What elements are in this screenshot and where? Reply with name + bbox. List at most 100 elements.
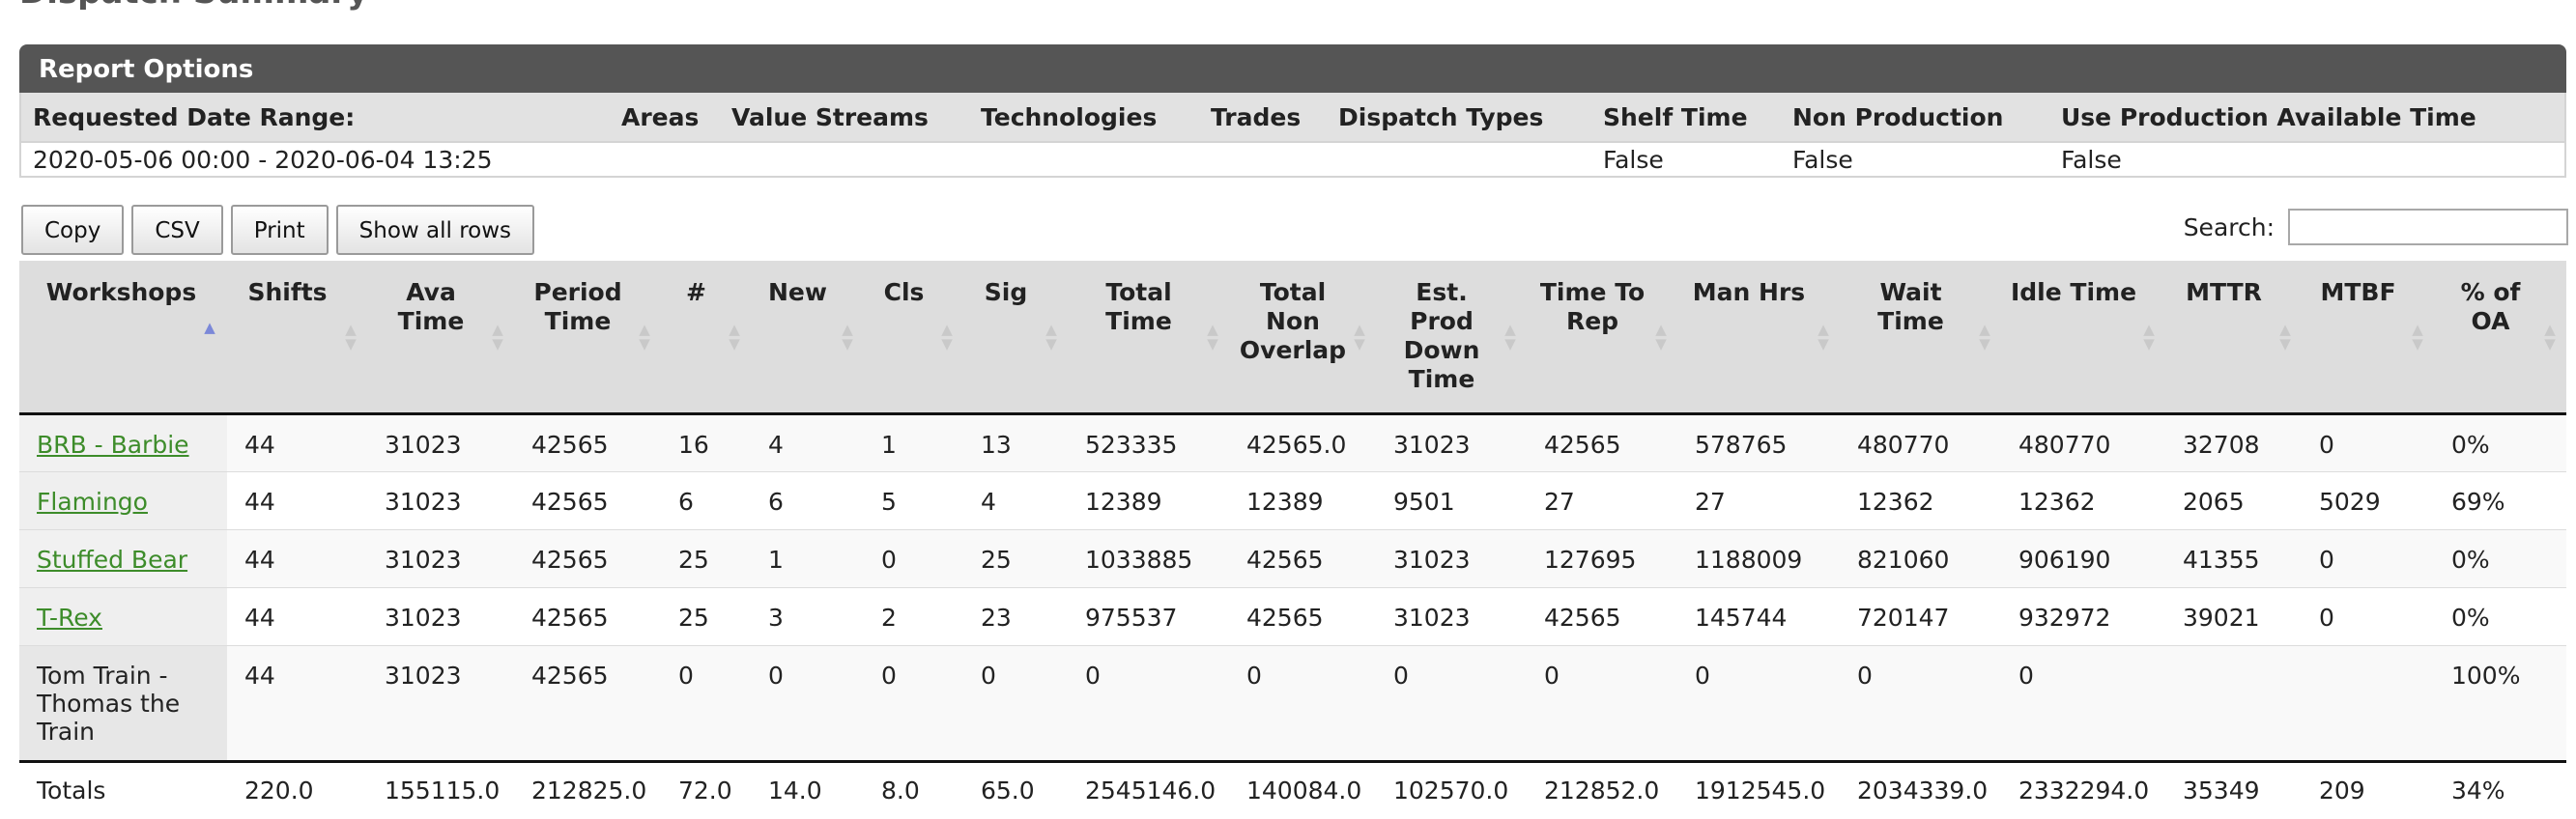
column-header-time-to-rep[interactable]: Time To Rep ▲ ▼ [1527,261,1677,415]
cell-of-oa: 69% [2434,471,2566,530]
column-header-mtbf[interactable]: MTBF ▲ ▼ [2302,261,2434,415]
sort-icon: ▲ ▼ [1504,321,1516,353]
option-header-areas: Areas [610,93,720,142]
column-header-mttr[interactable]: MTTR ▲ ▼ [2165,261,2302,415]
cell-cls: 2 [864,587,963,646]
print-button[interactable]: Print [230,205,329,255]
sort-icon: ▲ ▼ [1818,321,1829,353]
workshop-link[interactable]: Stuffed Bear [37,546,187,574]
cell-idle-time: 480770 [2001,413,2165,472]
option-header-technologies: Technologies [969,93,1199,142]
page-title: Dispatch Summary [19,0,368,12]
column-header-man-hrs[interactable]: Man Hrs ▲ ▼ [1677,261,1840,415]
report-options-value-row: 2020-05-06 00:00 - 2020-06-04 13:25 Fals… [20,141,2565,177]
cell-idle-time: 906190 [2001,529,2165,588]
workshop-link[interactable]: BRB - Barbie [37,431,189,459]
cell-mttr: 2065 [2165,471,2302,530]
column-header-period-time[interactable]: Period Time ▲ ▼ [514,261,661,415]
workshop-link[interactable]: T-Rex [37,604,102,632]
cell-est-prod-down-time: 0 [1376,645,1527,762]
total-shifts: 220.0 [227,759,367,819]
table-search: Search: [2184,209,2568,245]
cell-wait-time: 0 [1840,645,2001,762]
cell-cls: 0 [864,645,963,762]
total-time-to-rep: 212852.0 [1527,759,1677,819]
workshop-link[interactable]: Flamingo [37,488,148,516]
report-options-header-row: Requested Date Range: Areas Value Stream… [20,93,2565,142]
cell-sig: 25 [963,529,1068,588]
cell-total-time: 1033885 [1068,529,1229,588]
cell-of-oa: 0% [2434,529,2566,588]
option-value-date-range: 2020-05-06 00:00 - 2020-06-04 13:25 [20,141,610,177]
option-value-areas [610,141,720,177]
total-mttr: 35349 [2165,759,2302,819]
cell-ava-time: 31023 [367,471,514,530]
sort-ascending-icon: ▲ [204,319,215,336]
sort-icon: ▲ ▼ [345,321,357,353]
cell-period-time: 42565 [514,645,661,762]
column-header-wait-time[interactable]: Wait Time ▲ ▼ [1840,261,2001,415]
column-header-total-non-overlap[interactable]: Total Non Overlap ▲ ▼ [1229,261,1376,415]
total-of-oa: 34% [2434,759,2566,819]
cell-time-to-rep: 0 [1527,645,1677,762]
column-header-workshops[interactable]: Workshops ▲ [19,261,227,415]
workshop-name: Tom Train - Thomas the Train [37,661,181,746]
column-header-new[interactable]: New ▲ ▼ [751,261,864,415]
column-header-cls[interactable]: Cls ▲ ▼ [864,261,963,415]
option-value-dispatch-types [1327,141,1591,177]
column-header-label: Shifts [247,278,328,306]
workshop-cell: Stuffed Bear [19,529,227,588]
cell-ava-time: 31023 [367,413,514,472]
cell-idle-time: 12362 [2001,471,2165,530]
column-header-label: MTTR [2186,278,2262,306]
sort-icon: ▲ ▼ [2544,321,2556,353]
sort-icon: ▲ ▼ [1045,321,1057,353]
show-all-rows-button[interactable]: Show all rows [335,205,535,255]
column-header-shifts[interactable]: Shifts ▲ ▼ [227,261,367,415]
column-header-label: Cls [883,278,925,306]
total-new: 14.0 [751,759,864,819]
column-header-label: Time To Rep [1539,278,1646,335]
cell-shifts: 44 [227,645,367,762]
option-value-technologies [969,141,1199,177]
column-header-label: Wait Time [1877,278,1944,335]
report-options-table: Requested Date Range: Areas Value Stream… [19,93,2566,178]
cell-new: 3 [751,587,864,646]
column-header-total-time[interactable]: Total Time ▲ ▼ [1068,261,1229,415]
search-input[interactable] [2288,209,2568,245]
column-header-idle-time[interactable]: Idle Time ▲ ▼ [2001,261,2165,415]
cell-wait-time: 480770 [1840,413,2001,472]
copy-button[interactable]: Copy [21,205,125,255]
cell-sig: 0 [963,645,1068,762]
total-mtbf: 209 [2302,759,2434,819]
cell-wait-time: 720147 [1840,587,2001,646]
cell-time-to-rep: 42565 [1527,587,1677,646]
table-toolbar: Copy CSV Print Show all rows [21,205,535,255]
table-row: Stuffed Bear 44 31023 42565 25 1 0 25 1033885 425… [19,529,2566,588]
cell-time-to-rep: 42565 [1527,413,1677,472]
cell-new: 1 [751,529,864,588]
column-header-sig[interactable]: Sig ▲ ▼ [963,261,1068,415]
column-header-of-oa[interactable]: % of OA ▲ ▼ [2434,261,2566,415]
cell-est-prod-down-time: 9501 [1376,471,1527,530]
totals-label: Totals [19,759,227,819]
total-est-prod-down-time: 102570.0 [1376,759,1527,819]
search-label: Search: [2183,212,2275,241]
workshop-cell: Flamingo [19,471,227,530]
option-value-non-production: False [1781,141,2049,177]
column-header-label: Ava Time [397,278,465,335]
total-: 72.0 [661,759,751,819]
column-header-ava-time[interactable]: Ava Time ▲ ▼ [367,261,514,415]
cell-sig: 13 [963,413,1068,472]
cell-total-non-overlap: 42565 [1229,587,1376,646]
option-value-use-production-time: False [2049,141,2565,177]
csv-button[interactable]: CSV [131,205,223,255]
total-idle-time: 2332294.0 [2001,759,2165,819]
column-header-[interactable]: # ▲ ▼ [661,261,751,415]
total-ava-time: 155115.0 [367,759,514,819]
column-header-est-prod-down-time[interactable]: Est. Prod Down Time ▲ ▼ [1376,261,1527,415]
workshop-cell: Tom Train - Thomas the Train [19,645,227,762]
cell-total-non-overlap: 42565.0 [1229,413,1376,472]
workshop-cell: BRB - Barbie [19,413,227,472]
cell-of-oa: 0% [2434,587,2566,646]
